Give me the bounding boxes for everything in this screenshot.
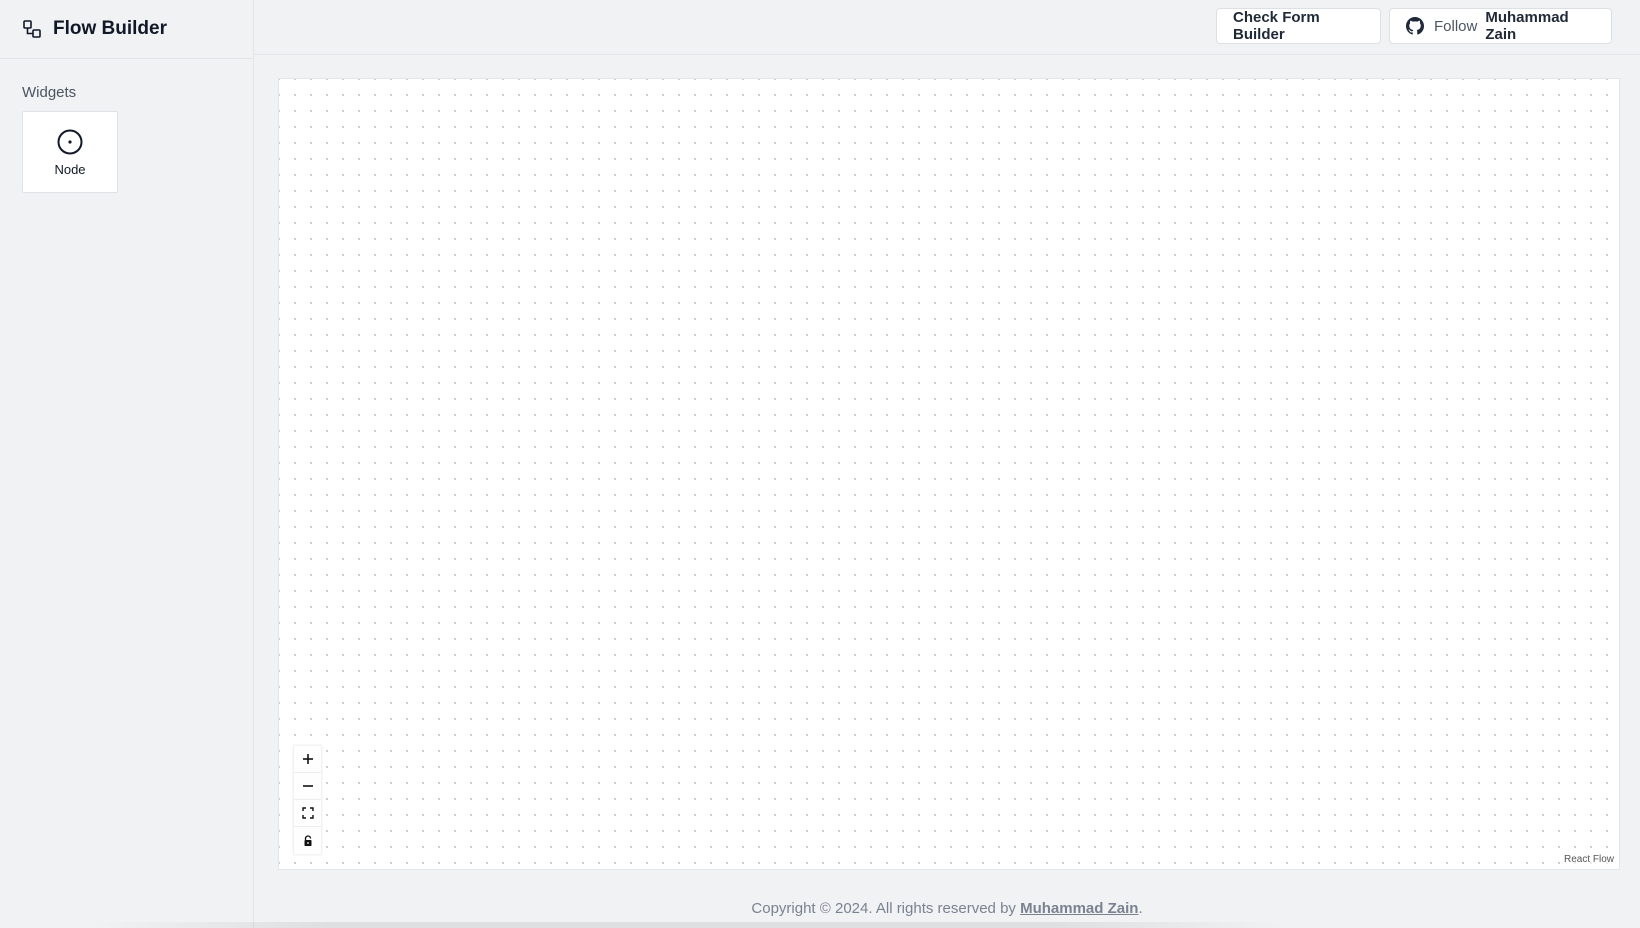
circle-dot-icon	[56, 128, 84, 156]
fit-view-button[interactable]	[294, 800, 321, 827]
bottom-shadow	[90, 922, 1290, 928]
app-root: Flow Builder Widgets Node Check Form Bui…	[0, 0, 1640, 928]
fit-view-icon	[301, 807, 314, 819]
lock-icon	[304, 834, 311, 846]
footer: Copyright © 2024. All rights reserved by…	[254, 900, 1640, 917]
widget-node[interactable]: Node	[22, 111, 118, 193]
sidebar: Flow Builder Widgets Node	[0, 0, 254, 928]
follow-prefix: Follow	[1434, 17, 1478, 35]
zoom-out-button[interactable]	[294, 773, 321, 800]
github-icon	[1406, 17, 1424, 35]
plus-icon	[302, 754, 313, 764]
toggle-interactivity-button[interactable]	[294, 827, 321, 854]
copyright-suffix: .	[1138, 900, 1143, 917]
flow-canvas[interactable]: React Flow	[278, 78, 1620, 870]
react-flow-attribution[interactable]: React Flow	[1561, 853, 1616, 866]
follow-author-name: Muhammad Zain	[1485, 9, 1569, 43]
canvas-controls	[294, 746, 321, 854]
app-title: Flow Builder	[53, 18, 167, 39]
check-form-builder-button[interactable]: Check Form Builder	[1216, 8, 1381, 44]
zoom-in-button[interactable]	[294, 746, 321, 773]
widget-node-label: Node	[54, 161, 86, 177]
top-header: Check Form Builder Follow Muhammad Zain	[254, 0, 1640, 55]
brand: Flow Builder	[0, 0, 253, 59]
flow-builder-logo-icon	[22, 19, 42, 39]
copyright-text: Copyright © 2024. All rights reserved by	[751, 900, 1021, 917]
widgets-section-label: Widgets	[22, 84, 77, 101]
minus-icon	[302, 785, 313, 787]
author-link[interactable]: Muhammad Zain	[1020, 900, 1138, 917]
follow-github-button[interactable]: Follow Muhammad Zain	[1389, 8, 1612, 44]
